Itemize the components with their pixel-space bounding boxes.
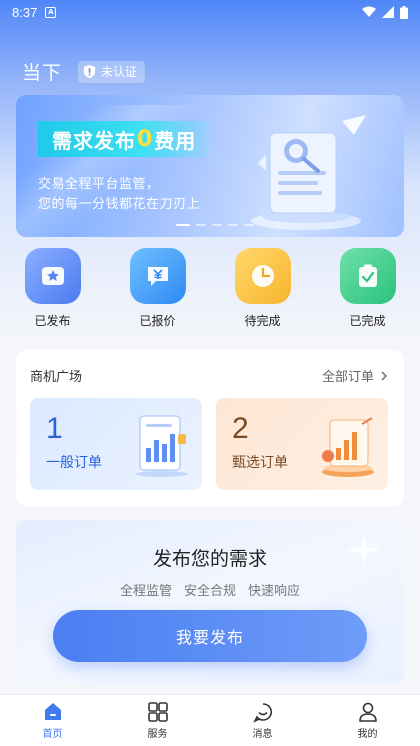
yuan-chat-icon [129, 248, 186, 304]
status-time: 8:37 [12, 4, 38, 20]
chevron-right-icon [381, 371, 387, 380]
market-title: 商机广场 [30, 370, 83, 385]
home-icon [44, 703, 61, 720]
publish-tag: 全程监管 [119, 584, 172, 599]
all-orders-label: 全部订单 [321, 370, 374, 385]
pagination-dot [244, 224, 254, 226]
page-title: 当下 [22, 62, 63, 84]
all-orders-link[interactable]: 全部订单 [322, 366, 390, 385]
quick-action-pending[interactable]: 待完成 [223, 248, 303, 329]
tab-label: 服务 [147, 729, 168, 740]
tab-profile[interactable]: 我的 [333, 701, 403, 740]
general-orders-count: 1 [46, 412, 63, 445]
certification-label: 未认证 [101, 65, 138, 79]
growth-chart-icon [322, 417, 374, 477]
banner-line-1: 交易全程平台监管， [38, 177, 160, 192]
page-header: 当下 未认证 [22, 58, 146, 85]
quick-action-label: 已报价 [139, 314, 176, 328]
tab-messages[interactable]: 消息 [228, 701, 298, 740]
publish-request-card: 发布您的需求 全程监管 安全合规 快速响应 我要发布 [16, 520, 404, 684]
business-market-card: 商机广场 全部订单 1 一般订单 2 甄选订单 [16, 350, 404, 506]
quick-action-completed[interactable]: 已完成 [328, 248, 408, 329]
banner-headline-suffix: 费用 [154, 128, 197, 153]
banner-pagination [176, 224, 254, 226]
publish-button[interactable]: 我要发布 [53, 610, 367, 662]
publish-tag: 安全合规 [183, 584, 236, 599]
publish-title: 发布您的需求 [152, 548, 267, 570]
pagination-dot [196, 224, 206, 226]
quick-action-label: 已完成 [349, 314, 386, 328]
quick-action-label: 已发布 [34, 314, 71, 328]
selected-orders-count: 2 [232, 412, 249, 445]
quick-action-published[interactable]: 已发布 [13, 248, 93, 329]
banner-headline-zero: 0 [137, 126, 154, 152]
publish-tag: 快速响应 [248, 584, 301, 599]
tab-home[interactable]: 首页 [18, 701, 88, 740]
general-orders-label: 一般订单 [46, 455, 102, 471]
tab-label: 我的 [357, 729, 378, 740]
quick-actions: 已发布 已报价 待完成 已完成 [0, 248, 420, 329]
notification-badge-icon: A [45, 6, 57, 18]
banner-subtitle: 交易全程平台监管， 您的每一分钱都花在刀刃上 [38, 175, 200, 215]
signal-icon [382, 6, 394, 18]
star-box-icon [24, 248, 81, 304]
bottom-tab-bar: 首页 服务 消息 我的 [0, 694, 420, 746]
selected-orders-card[interactable]: 2 甄选订单 [216, 398, 388, 490]
selected-orders-label: 甄选订单 [232, 455, 288, 471]
tab-label: 消息 [252, 729, 273, 740]
quick-action-quoted[interactable]: 已报价 [118, 248, 198, 329]
pagination-dot [212, 224, 222, 226]
publish-tags: 全程监管 安全合规 快速响应 [16, 580, 404, 599]
pagination-dot [176, 224, 190, 226]
document-illustration-icon [251, 115, 366, 230]
pagination-dot [228, 224, 238, 226]
user-icon [358, 702, 377, 722]
wifi-icon [362, 6, 376, 17]
shield-alert-icon [83, 64, 96, 79]
checked-clipboard-icon [339, 248, 396, 304]
quick-action-label: 待完成 [244, 314, 281, 328]
grid-icon [147, 702, 168, 722]
banner-headline: 需求发布 0 费用 [38, 121, 211, 157]
certification-badge[interactable]: 未认证 [78, 60, 146, 83]
battery-icon [400, 5, 408, 19]
status-bar: 8:37 A [0, 0, 420, 24]
promo-banner[interactable]: 需求发布 0 费用 交易全程平台监管， 您的每一分钱都花在刀刃上 [16, 95, 404, 237]
banner-line-2: 您的每一分钱都花在刀刃上 [38, 197, 201, 212]
chat-icon [252, 703, 272, 723]
report-chart-icon [136, 415, 188, 477]
banner-headline-prefix: 需求发布 [52, 128, 136, 153]
tab-services[interactable]: 服务 [123, 701, 193, 740]
tab-label: 首页 [42, 729, 63, 740]
general-orders-card[interactable]: 1 一般订单 [30, 398, 202, 490]
clock-icon [234, 248, 291, 304]
